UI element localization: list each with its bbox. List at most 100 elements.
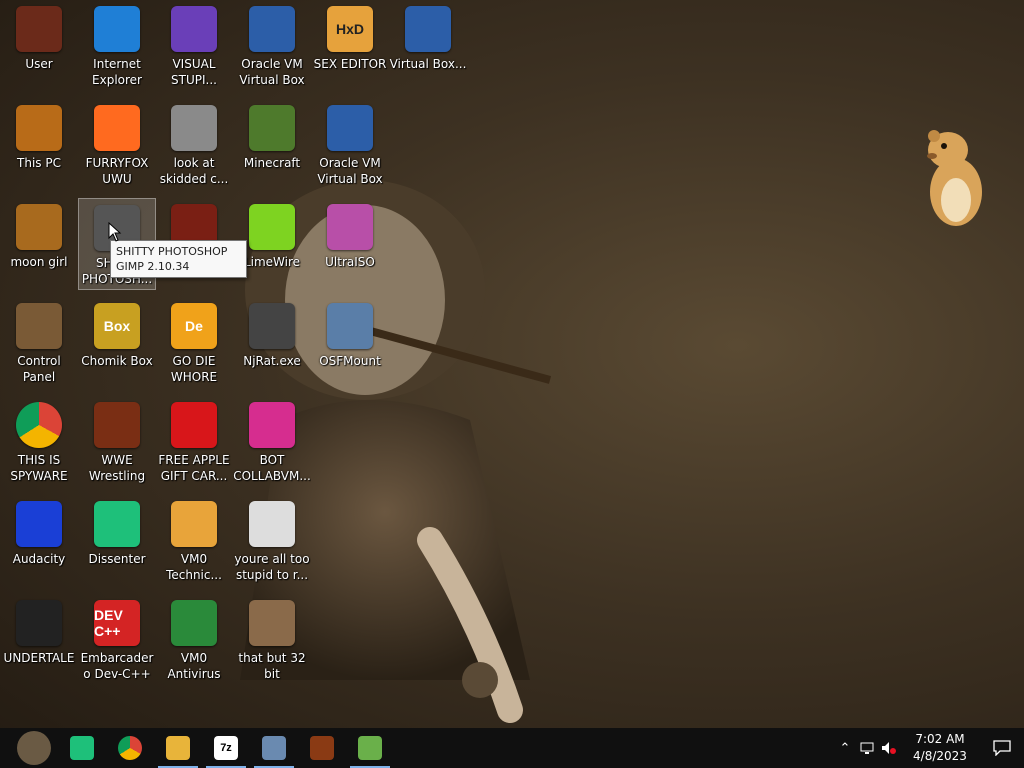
chevron-up-icon[interactable]: ⌃ bbox=[834, 728, 856, 768]
disc-icon bbox=[327, 204, 373, 250]
start-button[interactable] bbox=[10, 728, 58, 768]
desktop-icon[interactable]: UltraISO bbox=[311, 198, 389, 290]
portrait-icon bbox=[249, 501, 295, 547]
desktop-icon[interactable]: WWE Wrestling bbox=[78, 396, 156, 488]
taskbar-7zip[interactable]: 7z bbox=[202, 728, 250, 768]
desktop-icon-label: UltraISO bbox=[325, 255, 375, 269]
desktop-icon-label: youre all too stupid to r... bbox=[234, 552, 310, 582]
desktop-icon[interactable]: Audacity bbox=[0, 495, 78, 587]
desktop-icon-label: FURRYFOX UWU bbox=[85, 156, 149, 186]
virtualbox-icon bbox=[249, 6, 295, 52]
desktop-icon-label: Dissenter bbox=[88, 552, 146, 566]
desktop-icon-label: that but 32 bit bbox=[238, 651, 306, 681]
lightbulb-icon bbox=[16, 303, 62, 349]
desktop-icon[interactable]: De GO DIE WHORE bbox=[155, 297, 233, 389]
shield-icon bbox=[171, 600, 217, 646]
desktop-icon[interactable]: VISUAL STUPI... bbox=[155, 0, 233, 92]
clock-time: 7:02 AM bbox=[915, 732, 965, 746]
audacity-icon bbox=[16, 501, 62, 547]
notepad-icon bbox=[358, 736, 382, 760]
desktop-icon[interactable]: youre all too stupid to r... bbox=[233, 495, 311, 587]
system-tray: ⌃ 7:02 AM 4/8/2023 bbox=[834, 728, 1024, 768]
taskbar: 7z ⌃ 7:02 AM 4/8/2023 bbox=[0, 728, 1024, 768]
computer-icon bbox=[16, 105, 62, 151]
desktop-icon-label: This PC bbox=[17, 156, 61, 170]
desktop-icon[interactable]: Box Chomik Box bbox=[78, 297, 156, 389]
desktop-icon[interactable]: Minecraft bbox=[233, 99, 311, 191]
desktop-icon[interactable]: OSFMount bbox=[311, 297, 389, 389]
taskbar-app[interactable] bbox=[298, 728, 346, 768]
limewire-icon bbox=[249, 204, 295, 250]
monitor-icon bbox=[249, 402, 295, 448]
task-manager-icon bbox=[262, 736, 286, 760]
desktop-icon-label: VM0 Antivirus bbox=[167, 651, 221, 681]
taskbar-dissenter[interactable] bbox=[58, 728, 106, 768]
desktop-icon[interactable]: User bbox=[0, 0, 78, 92]
chomikbox-icon: Box bbox=[94, 303, 140, 349]
volume-muted-icon[interactable] bbox=[878, 728, 900, 768]
tooltip-title: SHITTY PHOTOSHOP bbox=[116, 245, 228, 258]
desktop-icon[interactable]: NjRat.exe bbox=[233, 297, 311, 389]
desktop-icon[interactable]: moon girl bbox=[0, 198, 78, 290]
desktop-icon-label: look at skidded c... bbox=[159, 156, 229, 186]
virtualbox-icon bbox=[405, 6, 451, 52]
desktop-icon-label: OSFMount bbox=[319, 354, 381, 368]
desktop-icon[interactable]: DEV C++ Embarcadero Dev-C++ bbox=[78, 594, 156, 686]
desktop-icon-label: Chomik Box bbox=[81, 354, 153, 368]
notification-center-icon[interactable] bbox=[980, 728, 1024, 768]
desktop-icon-label: BOT COLLABVM... bbox=[233, 453, 311, 483]
desktop-icon[interactable]: VM0 Technic... bbox=[155, 495, 233, 587]
desktop-icon[interactable]: Internet Explorer bbox=[78, 0, 156, 92]
clock[interactable]: 7:02 AM 4/8/2023 bbox=[900, 731, 980, 765]
desktop-icon[interactable]: This PC bbox=[0, 99, 78, 191]
desktop-icon[interactable]: THIS IS SPYWARE bbox=[0, 396, 78, 488]
desktop-icon[interactable]: BOT COLLABVM... bbox=[233, 396, 311, 488]
desktop-icon[interactable]: Virtual Box... bbox=[389, 0, 467, 92]
network-icon[interactable] bbox=[856, 728, 878, 768]
desktop-icon[interactable]: that but 32 bit bbox=[233, 594, 311, 686]
desktop-icon-label: SEX EDITOR bbox=[313, 57, 387, 71]
edge-icon bbox=[94, 6, 140, 52]
taskbar-task-manager[interactable] bbox=[250, 728, 298, 768]
technician-icon bbox=[171, 501, 217, 547]
desktop-icon[interactable]: Dissenter bbox=[78, 495, 156, 587]
desktop-icon[interactable]: Control Panel bbox=[0, 297, 78, 389]
taskbar-chrome[interactable] bbox=[106, 728, 154, 768]
desktop-icon[interactable]: FURRYFOX UWU bbox=[78, 99, 156, 191]
desktop-icon-label: Minecraft bbox=[243, 156, 301, 170]
minecraft-icon bbox=[249, 105, 295, 151]
desktop-icon-label: VISUAL STUPI... bbox=[171, 57, 217, 87]
desktop-icon-label: VM0 Technic... bbox=[166, 552, 222, 582]
desktop-icon[interactable]: Oracle VM Virtual Box bbox=[311, 99, 389, 191]
desktop-icon[interactable]: UNDERTALE bbox=[0, 594, 78, 686]
desktop-icon-label: Oracle VM Virtual Box bbox=[317, 156, 383, 186]
mouse-pointer-icon bbox=[108, 222, 122, 242]
dissenter-icon bbox=[70, 736, 94, 760]
hex-editor-icon: HxD bbox=[327, 6, 373, 52]
start-orb-icon bbox=[17, 731, 51, 765]
desktop-icon-label: FREE APPLE GIFT CAR... bbox=[158, 453, 230, 483]
tooltip-subtitle: GIMP 2.10.34 bbox=[116, 260, 190, 273]
desktop-icon[interactable]: HxD SEX EDITOR bbox=[311, 0, 389, 92]
hamster-desktop-pet-icon[interactable] bbox=[918, 122, 990, 232]
desktop-icon-label: NjRat.exe bbox=[243, 354, 301, 368]
devcpp-icon: DEV C++ bbox=[94, 600, 140, 646]
clock-date: 4/8/2023 bbox=[913, 749, 967, 763]
files-icon bbox=[171, 105, 217, 151]
virtualbox-icon bbox=[327, 105, 373, 151]
desktop-icon-label: Virtual Box... bbox=[389, 57, 467, 71]
desktop-icon[interactable]: Oracle VM Virtual Box bbox=[233, 0, 311, 92]
desktop-icon-label: Oracle VM Virtual Box bbox=[239, 57, 305, 87]
desktop-icon[interactable]: look at skidded c... bbox=[155, 99, 233, 191]
desktop-icon-label: Control Panel bbox=[17, 354, 61, 384]
taskbar-file-explorer[interactable] bbox=[154, 728, 202, 768]
desktop-icon[interactable]: VM0 Antivirus bbox=[155, 594, 233, 686]
dissenter-icon bbox=[94, 501, 140, 547]
taskbar-notepad[interactable] bbox=[346, 728, 394, 768]
visual-studio-icon bbox=[171, 6, 217, 52]
drive-icon bbox=[327, 303, 373, 349]
desktop-icon[interactable]: FREE APPLE GIFT CAR... bbox=[155, 396, 233, 488]
desktop-icon-label: Internet Explorer bbox=[92, 57, 142, 87]
skull-icon bbox=[249, 303, 295, 349]
desktop-icon-label: GO DIE WHORE bbox=[170, 354, 218, 384]
